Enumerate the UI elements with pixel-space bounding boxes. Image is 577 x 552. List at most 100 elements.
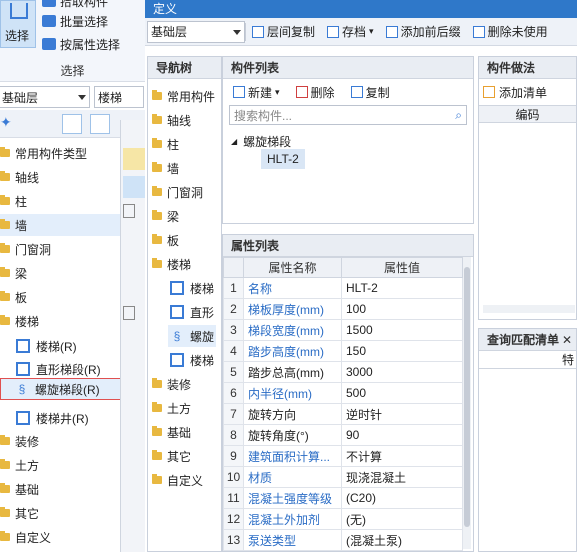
nav-item[interactable]: 梁	[152, 205, 179, 227]
nav-item[interactable]: 楼梯	[152, 253, 191, 275]
property-row[interactable]: 4 踏步高度(mm) 150	[223, 340, 463, 362]
property-value[interactable]: (无)	[341, 508, 463, 530]
nav-item-spiral[interactable]: § 螺旋	[168, 325, 217, 347]
property-row[interactable]: 9 建筑面积计算... 不计算	[223, 445, 463, 467]
nav-item-label: 常用构件	[167, 89, 216, 104]
new-component-button[interactable]: 新建 ▾	[227, 81, 286, 103]
nav-item[interactable]: 柱	[152, 133, 179, 155]
property-value[interactable]: HLT-2	[341, 277, 463, 299]
property-value[interactable]: 500	[341, 382, 463, 404]
copy-between-floors-button[interactable]: 层间复制	[246, 21, 321, 43]
property-value[interactable]: (C20)	[341, 487, 463, 509]
component-group-row[interactable]: ◢ 螺旋梯段	[231, 133, 291, 150]
search-icon[interactable]: ⌕	[455, 108, 462, 123]
property-value[interactable]: 逆时针	[341, 403, 463, 425]
property-name: 梯板厚度(mm)	[243, 298, 342, 320]
property-value[interactable]: (混凝土泵)	[341, 529, 463, 551]
property-value[interactable]: 90	[341, 424, 463, 446]
archive-button[interactable]: 存档 ▾	[321, 21, 380, 43]
select-by-property-button[interactable]: 按属性选择	[42, 35, 120, 53]
batch-select-button[interactable]: 批量选择	[42, 12, 108, 30]
nav-item-stairwell[interactable]: 楼梯	[170, 349, 214, 371]
collapse-icon[interactable]	[123, 204, 135, 218]
component-search-input[interactable]: 搜索构件... ⌕	[229, 105, 467, 125]
tree-item[interactable]: 常用构件类型	[0, 142, 122, 164]
nav-item[interactable]: 自定义	[152, 469, 203, 491]
category-dropdown[interactable]: 楼梯	[94, 86, 144, 108]
property-row[interactable]: 8 旋转角度(°) 90	[223, 424, 463, 446]
copy-component-button[interactable]: 复制	[345, 81, 396, 103]
property-row[interactable]: 5 踏步总高(mm) 3000	[223, 361, 463, 383]
add-prefix-suffix-button[interactable]: 添加前后缀	[380, 21, 467, 43]
add-list-button[interactable]: 添加清单	[499, 84, 547, 101]
collapse-icon[interactable]	[123, 306, 135, 320]
property-value[interactable]: 3000	[341, 361, 463, 383]
property-row[interactable]: 7 旋转方向 逆时针	[223, 403, 463, 425]
nav-item-straight[interactable]: 直形	[170, 301, 214, 323]
floor-dropdown[interactable]: 基础层	[0, 86, 90, 108]
star-icon[interactable]: ✦	[0, 114, 20, 134]
tree-item[interactable]: 门窗洞	[0, 238, 122, 260]
property-row[interactable]: 6 内半径(mm) 500	[223, 382, 463, 404]
scrollbar-thumb[interactable]	[464, 267, 470, 527]
property-row[interactable]: 13 泵送类型 (混凝土泵)	[223, 529, 463, 551]
floor-select[interactable]: 基础层	[147, 20, 245, 43]
folder-icon	[0, 291, 10, 301]
property-value[interactable]: 1500	[341, 319, 463, 341]
tree-item[interactable]: 装修	[0, 430, 122, 452]
tree-item[interactable]: 自定义	[0, 526, 122, 548]
nav-item[interactable]: 门窗洞	[152, 181, 203, 203]
nav-item[interactable]: 轴线	[152, 109, 191, 131]
methods-hscrollbar[interactable]	[483, 305, 575, 313]
property-row[interactable]: 2 梯板厚度(mm) 100	[223, 298, 463, 320]
layer-view-icon[interactable]	[90, 114, 110, 134]
nav-item-stair[interactable]: 楼梯	[170, 277, 214, 299]
tree-item-label: 土方	[15, 458, 40, 473]
nav-item-label: 楼梯	[190, 281, 215, 296]
match-column-header: 特	[479, 351, 576, 369]
property-row[interactable]: 3 梯段宽度(mm) 1500	[223, 319, 463, 341]
tree-item[interactable]: 墙	[0, 214, 122, 236]
tree-item[interactable]: 梁	[0, 262, 122, 284]
tree-item-straight-flight[interactable]: 直形梯段(R)	[0, 358, 122, 380]
nav-item[interactable]: 墙	[152, 157, 179, 179]
property-row[interactable]: 1 名称 HLT-2	[223, 277, 463, 299]
delete-component-button[interactable]: 删除	[290, 81, 341, 103]
close-icon[interactable]: ✕	[562, 329, 572, 351]
filter-bar: 基础层 楼梯	[0, 84, 145, 110]
list-view-icon[interactable]	[62, 114, 82, 134]
tree-item[interactable]: 板	[0, 286, 122, 308]
property-row[interactable]: 12 混凝土外加剂 (无)	[223, 508, 463, 530]
property-row[interactable]: 10 材质 现浇混凝土	[223, 466, 463, 488]
tree-item[interactable]: 柱	[0, 190, 122, 212]
property-name: 踏步高度(mm)	[243, 340, 342, 362]
tree-item-stair[interactable]: 楼梯(R)	[0, 335, 122, 357]
property-value[interactable]: 150	[341, 340, 463, 362]
tree-item-spiral-flight[interactable]: § 螺旋梯段(R)	[0, 378, 122, 400]
property-row[interactable]: 11 混凝土强度等级 (C20)	[223, 487, 463, 509]
property-value[interactable]: 100	[341, 298, 463, 320]
nav-item[interactable]: 土方	[152, 397, 191, 419]
nav-item[interactable]: 常用构件	[152, 85, 215, 107]
nav-item[interactable]: 板	[152, 229, 179, 251]
property-name: 梯段宽度(mm)	[243, 319, 342, 341]
nav-item[interactable]: 其它	[152, 445, 191, 467]
collapse-triangle-icon[interactable]: ◢	[231, 137, 237, 146]
component-item-selected[interactable]: HLT-2	[261, 149, 305, 169]
nav-item[interactable]: 装修	[152, 373, 191, 395]
tree-item[interactable]: 土方	[0, 454, 122, 476]
properties-scrollbar[interactable]	[463, 257, 471, 549]
select-button[interactable]: 选择	[0, 0, 36, 48]
delete-icon	[295, 86, 308, 98]
property-value[interactable]: 现浇混凝土	[341, 466, 463, 488]
delete-unused-button[interactable]: 删除未使用	[467, 21, 554, 43]
tree-item[interactable]: 轴线	[0, 166, 122, 188]
tree-item[interactable]: 其它	[0, 502, 122, 524]
tree-item[interactable]: 基础	[0, 478, 122, 500]
pick-component-button[interactable]: 拾取构件	[42, 0, 108, 10]
folder-icon	[152, 402, 162, 412]
property-value[interactable]: 不计算	[341, 445, 463, 467]
tree-item-stairwell[interactable]: 楼梯井(R)	[0, 407, 122, 429]
nav-item[interactable]: 基础	[152, 421, 191, 443]
tree-item[interactable]: 楼梯	[0, 310, 122, 332]
